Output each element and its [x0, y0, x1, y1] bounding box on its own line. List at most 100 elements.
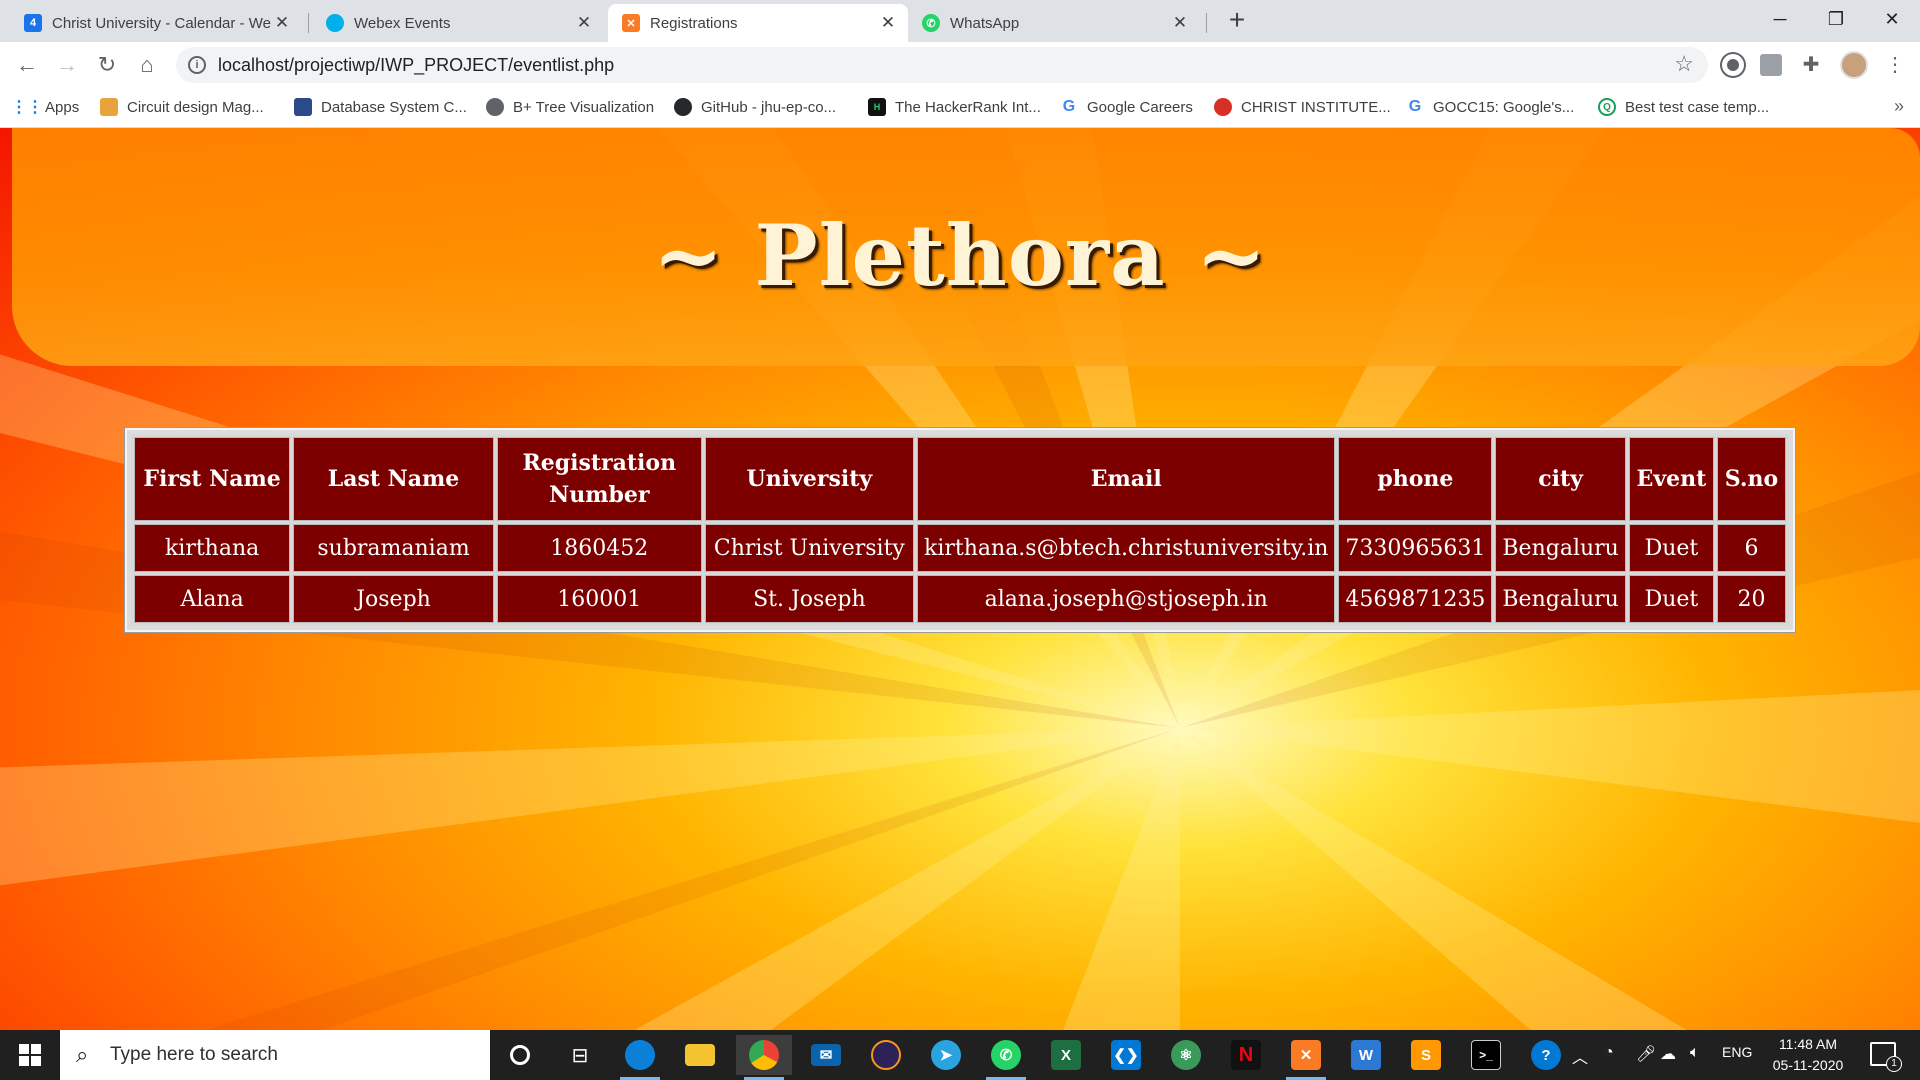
search-icon: ⌕ [76, 1042, 89, 1067]
taskbar-excel[interactable]: X [1038, 1035, 1094, 1075]
close-window-button[interactable]: ✕ [1864, 0, 1920, 40]
cell-event: Duet [1628, 575, 1714, 623]
vscode-icon: ❮❯ [1111, 1040, 1141, 1070]
bookmark-database[interactable]: Database System C... [294, 98, 467, 116]
netflix-icon: N [1231, 1040, 1261, 1070]
language-indicator[interactable]: ENG [1722, 1044, 1752, 1060]
cell-city: Bengaluru [1495, 524, 1626, 572]
bookmark-gocc15[interactable]: G GOCC15: Google's... [1406, 98, 1575, 116]
globe-icon [486, 98, 504, 116]
extension-copy-icon[interactable] [1760, 54, 1782, 76]
taskbar-search-input[interactable]: ⌕ Type here to search [60, 1030, 490, 1080]
bookmark-label: GOCC15: Google's... [1433, 98, 1575, 116]
taskbar-file-explorer[interactable] [672, 1035, 728, 1075]
windows-logo-icon [19, 1044, 41, 1066]
close-tab-icon[interactable]: ✕ [1170, 13, 1190, 33]
system-clock[interactable]: 11:48 AM 05-11-2020 [1760, 1034, 1856, 1076]
extension-circle-icon[interactable] [1722, 54, 1744, 76]
bookmark-test-case[interactable]: Q Best test case temp... [1598, 98, 1769, 116]
bookmark-google-careers[interactable]: G Google Careers [1060, 98, 1193, 116]
back-icon[interactable]: ← [12, 50, 42, 80]
taskbar-vscode[interactable]: ❮❯ [1098, 1035, 1154, 1075]
bookmark-github[interactable]: GitHub - jhu-ep-co... [674, 98, 836, 116]
task-view-button[interactable]: ⊟ [552, 1035, 608, 1075]
column-header-phone: phone [1338, 437, 1493, 521]
calendar-icon: 4 [24, 14, 42, 32]
taskbar-atom[interactable]: ⚛ [1158, 1035, 1214, 1075]
tab-divider [1206, 13, 1207, 33]
tab-calendar[interactable]: 4 Christ University - Calendar - We ✕ [10, 4, 302, 42]
minimize-button[interactable]: ─ [1752, 0, 1808, 40]
bookmark-christ-institute[interactable]: CHRIST INSTITUTE... [1214, 98, 1391, 116]
reload-icon[interactable]: ↻ [92, 50, 122, 80]
taskbar-netflix[interactable]: N [1218, 1035, 1274, 1075]
taskbar-terminal[interactable]: >_ [1458, 1035, 1514, 1075]
taskbar-eclipse[interactable] [858, 1035, 914, 1075]
taskbar-xampp[interactable]: ✕ [1278, 1035, 1334, 1080]
notification-count-badge: 1 [1886, 1056, 1902, 1072]
wifi-icon[interactable]: ◔ [1604, 1044, 1614, 1062]
url-text[interactable]: localhost/projectiwp/IWP_PROJECT/eventli… [218, 55, 614, 76]
taskbar-telegram[interactable]: ➤ [918, 1035, 974, 1075]
taskbar-wps[interactable]: W [1338, 1035, 1394, 1075]
bookmarks-bar: ⋮⋮ Apps Circuit design Mag... Database S… [0, 88, 1920, 128]
bookmark-label: The HackerRank Int... [895, 98, 1041, 116]
column-header-sno: S.no [1716, 437, 1786, 521]
cell-university: Christ University [704, 524, 915, 572]
menu-kebab-icon[interactable]: ⋮ [1880, 50, 1910, 80]
tab-whatsapp[interactable]: ✆ WhatsApp ✕ [908, 4, 1200, 42]
cell-email: alana.joseph@stjoseph.in [917, 575, 1336, 623]
volume-icon[interactable]: 🔈︎ [1690, 1044, 1700, 1062]
windows-taskbar: ⌕ Type here to search ⊟ ✉ ➤ ✆ X ❮❯ ⚛ N ✕… [0, 1030, 1920, 1080]
forward-icon[interactable]: → [52, 50, 82, 80]
extensions-puzzle-icon[interactable]: ✚ [1800, 54, 1822, 76]
taskbar-edge[interactable] [612, 1035, 668, 1080]
cell-sno: 20 [1716, 575, 1786, 623]
taskbar-mail[interactable]: ✉ [798, 1035, 854, 1075]
onedrive-icon[interactable]: ☁ [1660, 1044, 1676, 1064]
search-placeholder: Type here to search [110, 1044, 278, 1065]
close-tab-icon[interactable]: ✕ [574, 13, 594, 33]
terminal-icon: >_ [1471, 1040, 1501, 1070]
close-tab-icon[interactable]: ✕ [272, 13, 292, 33]
tab-webex[interactable]: Webex Events ✕ [312, 4, 604, 42]
new-tab-button[interactable]: + [1222, 6, 1252, 36]
cortana-button[interactable] [492, 1035, 548, 1075]
cell-city: Bengaluru [1495, 575, 1626, 623]
close-tab-icon[interactable]: ✕ [878, 13, 898, 33]
tab-registrations[interactable]: ✕ Registrations ✕ [608, 4, 908, 42]
action-center-button[interactable]: 1 [1870, 1042, 1902, 1072]
bookmarks-overflow-icon[interactable]: » [1894, 96, 1904, 117]
taskbar-sublime[interactable]: S [1398, 1035, 1454, 1075]
folder-icon [685, 1044, 715, 1066]
show-hidden-icons-chevron-icon[interactable]: ︿ [1572, 1044, 1588, 1068]
taskbar-help[interactable]: ? [1518, 1035, 1574, 1075]
cell-registration-number: 160001 [496, 575, 702, 623]
microphone-icon[interactable]: 🎤︎ [1636, 1044, 1656, 1064]
registrations-table-container: First Name Last Name Registration Number… [125, 428, 1795, 632]
home-icon[interactable]: ⌂ [132, 50, 162, 80]
eclipse-icon [871, 1040, 901, 1070]
browser-toolbar: ← → ↻ ⌂ i localhost/projectiwp/IWP_PROJE… [0, 42, 1920, 88]
clock-time: 11:48 AM [1778, 1036, 1838, 1052]
bookmark-hackerrank[interactable]: H The HackerRank Int... [868, 98, 1041, 116]
bookmark-star-icon[interactable]: ☆ [1674, 51, 1694, 77]
bookmark-bplus-tree[interactable]: B+ Tree Visualization [486, 98, 654, 116]
restore-button[interactable]: ❐ [1808, 0, 1864, 40]
page-title: ~ Plethora ~ [652, 206, 1268, 305]
taskbar-chrome[interactable] [736, 1035, 792, 1080]
address-bar[interactable]: i localhost/projectiwp/IWP_PROJECT/event… [176, 47, 1708, 83]
profile-avatar[interactable] [1840, 51, 1868, 79]
task-view-icon: ⊟ [571, 1044, 589, 1067]
bookmark-circuit[interactable]: Circuit design Mag... [100, 98, 264, 116]
bookmark-apps[interactable]: ⋮⋮ Apps [11, 98, 79, 117]
cortana-circle-icon [510, 1045, 530, 1065]
bookmark-label: Circuit design Mag... [127, 98, 264, 116]
telegram-icon: ➤ [931, 1040, 961, 1070]
taskbar-whatsapp[interactable]: ✆ [978, 1035, 1034, 1080]
christ-icon [1214, 98, 1232, 116]
site-info-icon[interactable]: i [188, 56, 206, 74]
start-button[interactable] [0, 1030, 60, 1080]
cell-first-name: kirthana [134, 524, 291, 572]
sublime-text-icon: S [1411, 1040, 1441, 1070]
